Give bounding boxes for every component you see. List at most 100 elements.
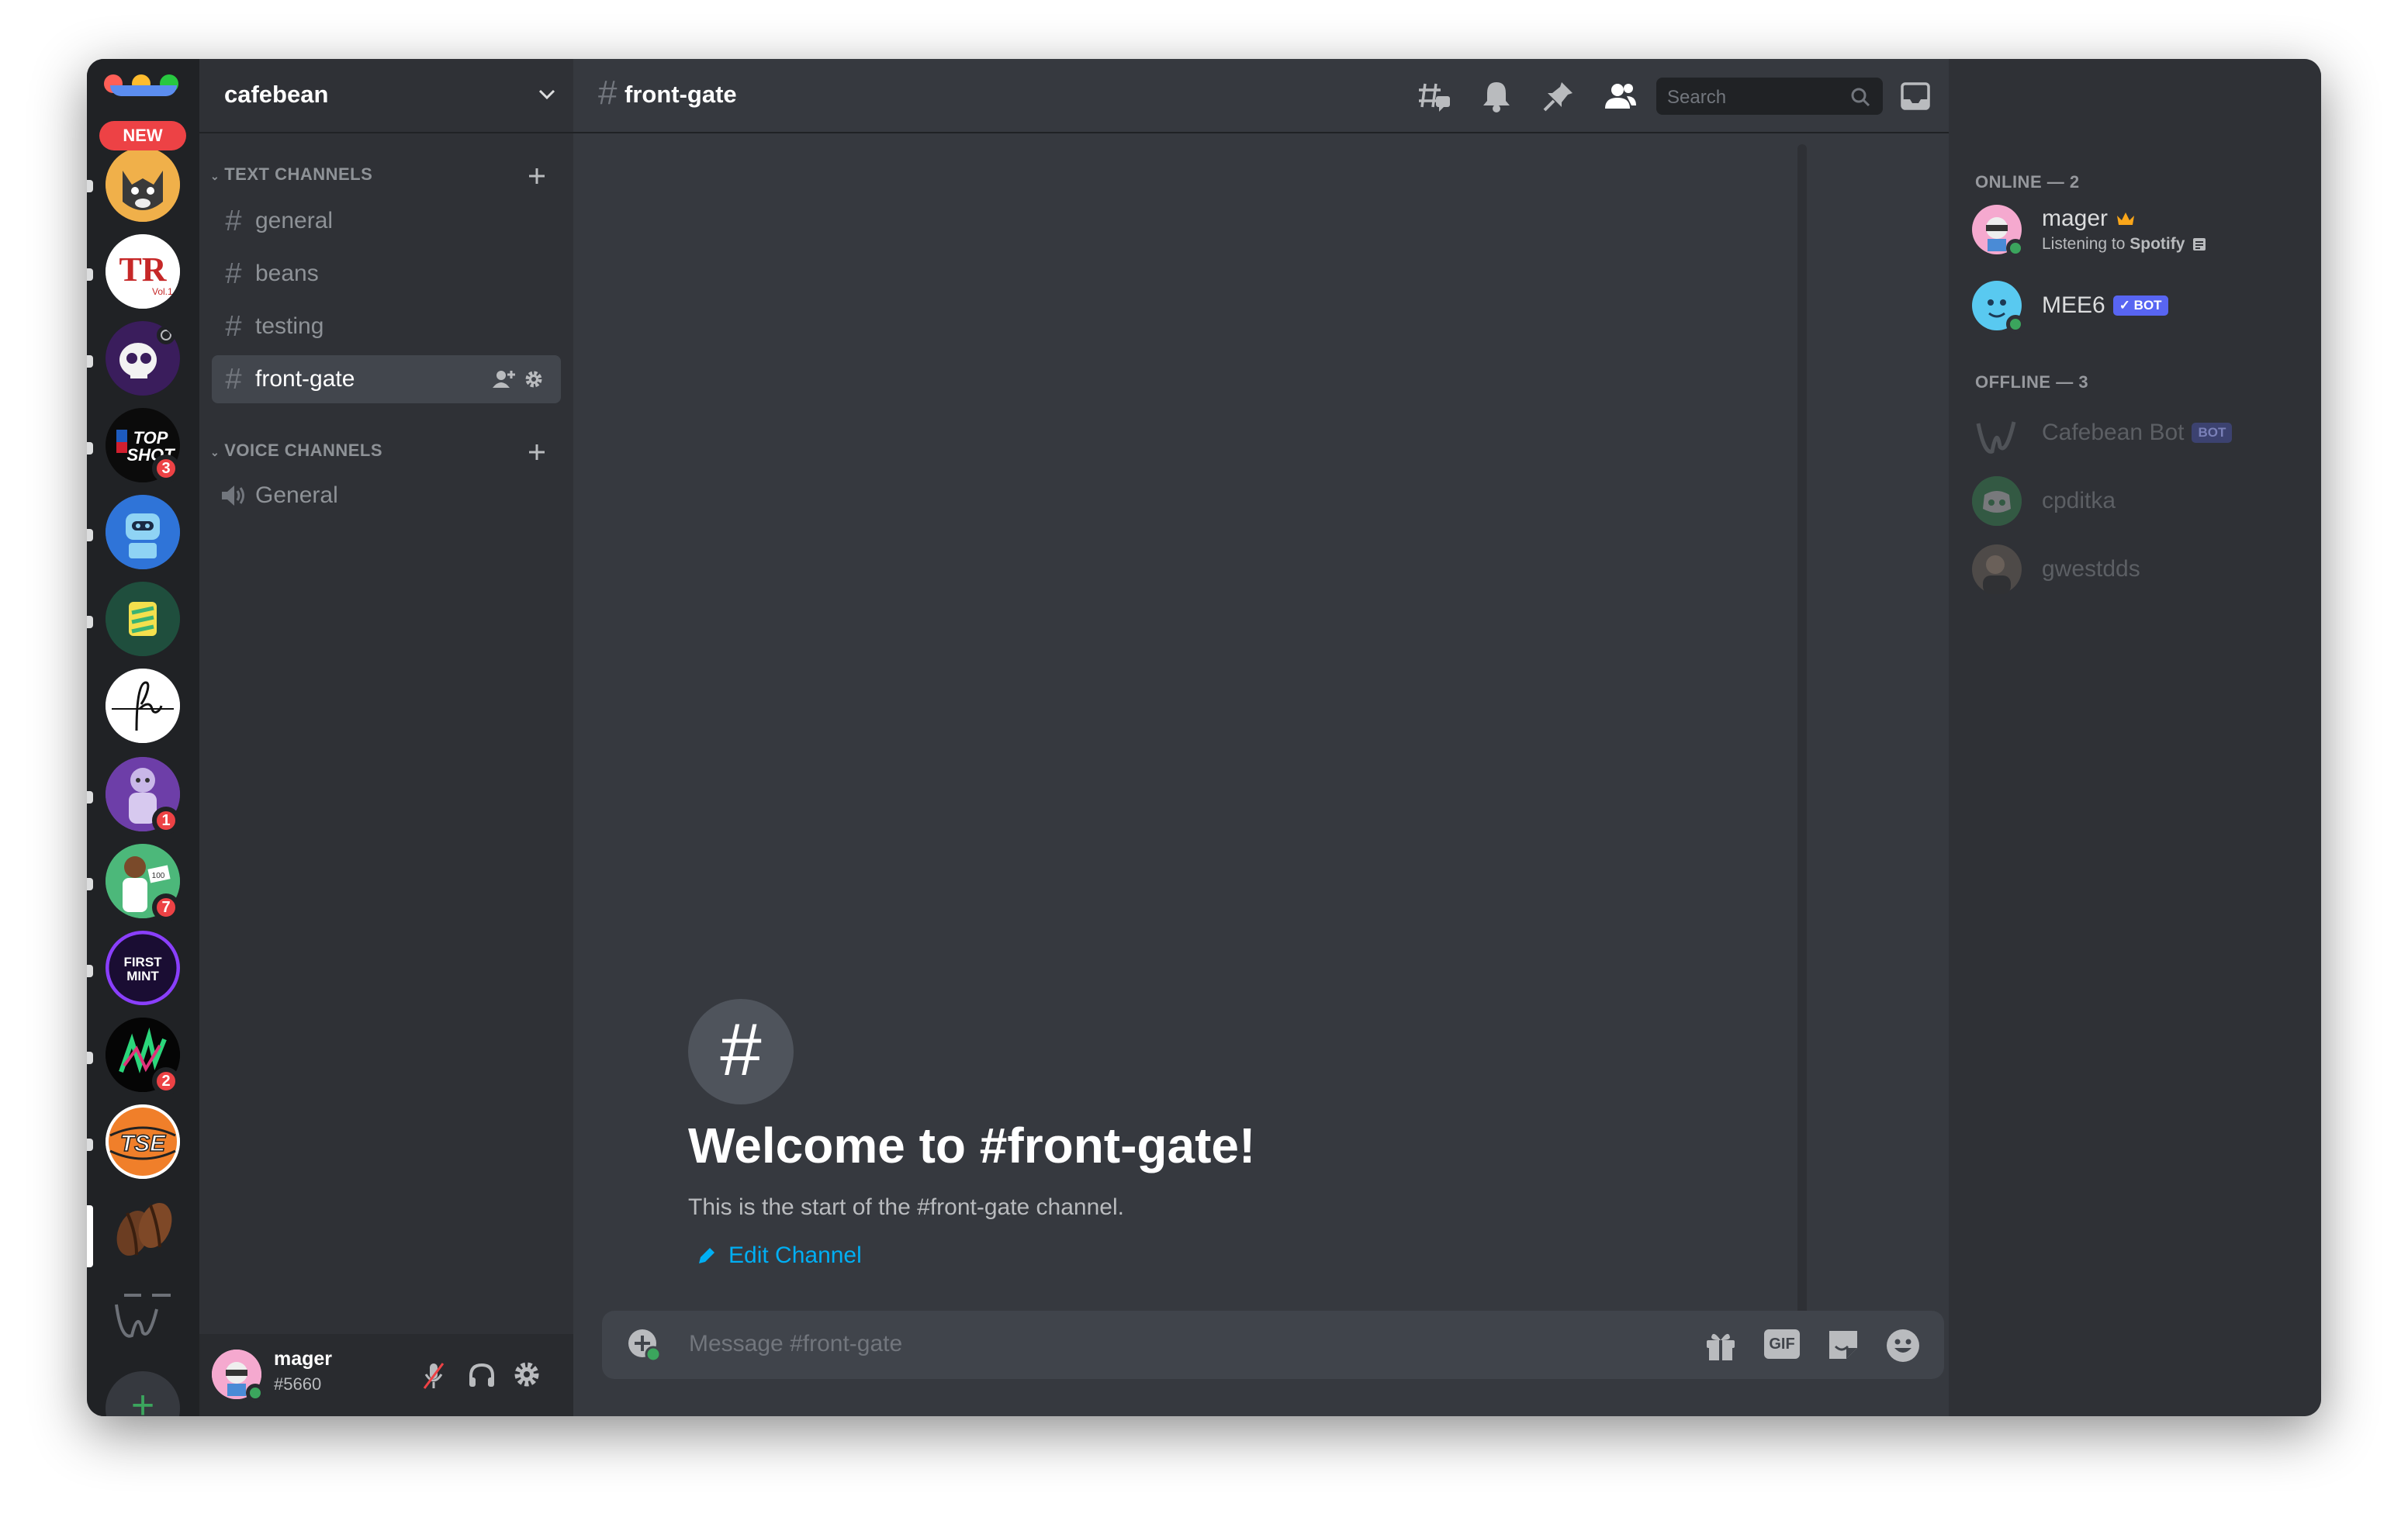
chevron-down-icon: ⌄ xyxy=(210,170,220,182)
online-status-dot xyxy=(2006,239,2025,257)
user-tag: #5660 xyxy=(274,1374,322,1394)
server-icon-robot[interactable] xyxy=(106,495,180,569)
channel-hashtag-icon: # xyxy=(688,999,794,1104)
pencil-icon xyxy=(699,1248,714,1263)
gift-icon[interactable] xyxy=(1704,1328,1738,1362)
server-icon-scroll[interactable] xyxy=(106,582,180,656)
chat-area: # front-gate Search ? # Welcome to #fron… xyxy=(573,59,1992,1416)
server-header[interactable]: cafebean xyxy=(199,59,573,133)
bot-badge: ✓ BOT xyxy=(2112,295,2168,316)
voice-channel-general[interactable]: General xyxy=(212,472,561,520)
gear-icon[interactable] xyxy=(524,369,544,389)
edit-channel-link[interactable]: Edit Channel xyxy=(696,1242,862,1269)
unread-pill xyxy=(87,355,93,368)
threads-icon[interactable] xyxy=(1417,79,1451,113)
avatar xyxy=(1972,544,2022,594)
inbox-icon[interactable] xyxy=(1898,79,1932,113)
server-icon-first-mint[interactable]: FIRST MINT xyxy=(106,931,180,1005)
svg-text:FIRST: FIRST xyxy=(123,955,162,969)
username: mager xyxy=(274,1348,333,1370)
member-mager[interactable]: mager Listening to Spotify xyxy=(1972,202,2206,257)
add-server-button[interactable]: + xyxy=(106,1371,180,1416)
message-input[interactable]: Message #front-gate xyxy=(689,1331,902,1357)
add-channel-button[interactable] xyxy=(527,442,547,462)
member-gwestdds[interactable]: gwestdds xyxy=(1972,541,2140,597)
sticker-icon[interactable] xyxy=(1826,1328,1860,1362)
member-list-icon[interactable] xyxy=(1604,79,1638,113)
app-window: NEW TR Vol.1 TOP SHOT 3 1 100 7 FIRST MI… xyxy=(87,59,2321,1416)
new-badge: NEW xyxy=(99,121,186,150)
offline-header: OFFLINE — 3 xyxy=(1975,372,2089,392)
online-status-dot xyxy=(2006,315,2025,334)
channel-sidebar: cafebean ⌄ TEXT CHANNELS # general # beans … xyxy=(199,59,573,1416)
unread-pill xyxy=(87,878,93,890)
avatar[interactable] xyxy=(212,1350,265,1402)
chevron-down-icon xyxy=(538,89,555,100)
unread-pill xyxy=(87,1139,93,1151)
category-voice-channels[interactable]: ⌄ VOICE CHANNELS xyxy=(210,441,382,461)
channel-beans[interactable]: # beans xyxy=(212,250,561,298)
channel-toolbar: # front-gate Search ? xyxy=(573,59,1992,133)
add-attachment-icon[interactable] xyxy=(627,1328,661,1362)
mention-badge: 7 xyxy=(152,893,180,921)
server-icon-dog[interactable] xyxy=(106,147,180,222)
online-status-dot xyxy=(246,1384,265,1402)
server-icon-tr[interactable]: TR Vol.1 xyxy=(106,234,180,309)
svg-text:MINT: MINT xyxy=(126,969,159,983)
server-icon-skull[interactable] xyxy=(106,321,180,396)
scrollbar-track[interactable] xyxy=(1797,144,1807,1331)
mute-microphone-icon[interactable] xyxy=(421,1362,446,1390)
hashtag-icon: # xyxy=(225,310,242,343)
server-icon-fr[interactable] xyxy=(106,669,180,743)
channel-testing[interactable]: # testing xyxy=(212,302,561,351)
unread-pill xyxy=(87,180,93,192)
invite-user-icon[interactable] xyxy=(493,369,516,389)
unread-pill xyxy=(87,791,93,804)
bell-icon[interactable] xyxy=(1479,79,1514,113)
unread-pill xyxy=(87,268,93,281)
chevron-down-icon: ⌄ xyxy=(210,446,220,458)
channel-title: front-gate xyxy=(624,81,737,108)
avatar xyxy=(1972,205,2025,257)
speaker-icon xyxy=(212,484,255,507)
server-icon-w[interactable] xyxy=(106,1278,180,1353)
svg-text:100: 100 xyxy=(152,872,165,880)
server-icon-tse[interactable]: TSE xyxy=(106,1104,180,1179)
home-icon[interactable] xyxy=(110,85,177,96)
search-input[interactable]: Search xyxy=(1656,78,1883,115)
member-mee6[interactable]: MEE6 ✓ BOT xyxy=(1972,278,2168,334)
category-text-channels[interactable]: ⌄ TEXT CHANNELS xyxy=(210,164,372,185)
mention-badge: 3 xyxy=(152,454,180,482)
selected-server-pill xyxy=(87,1205,93,1267)
server-name: cafebean xyxy=(224,81,329,108)
welcome-title: Welcome to #front-gate! xyxy=(688,1118,1256,1173)
emoji-icon[interactable] xyxy=(1885,1328,1921,1363)
welcome-subtitle: This is the start of the #front-gate cha… xyxy=(688,1194,1124,1220)
pin-icon[interactable] xyxy=(1541,79,1576,113)
channel-front-gate[interactable]: # front-gate xyxy=(212,355,561,403)
user-settings-gear-icon[interactable] xyxy=(513,1360,541,1388)
gif-button[interactable]: GIF xyxy=(1764,1329,1800,1359)
avatar xyxy=(1972,281,2025,334)
member-cpditka[interactable]: cpditka xyxy=(1972,473,2116,529)
search-icon xyxy=(1851,88,1870,107)
svg-text:TR: TR xyxy=(119,251,167,289)
unread-pill xyxy=(87,965,93,977)
message-input-bar[interactable]: Message #front-gate GIF xyxy=(602,1311,1944,1379)
hashtag-icon: # xyxy=(225,205,242,237)
svg-text:TSE: TSE xyxy=(120,1131,166,1156)
unread-pill xyxy=(87,616,93,628)
bot-badge: BOT xyxy=(2192,423,2233,443)
online-header: ONLINE — 2 xyxy=(1975,172,2080,192)
crown-icon xyxy=(2117,213,2135,225)
headphones-icon[interactable] xyxy=(468,1362,496,1388)
avatar xyxy=(1972,408,2022,458)
unread-pill xyxy=(87,442,93,454)
server-icon-cafebean[interactable] xyxy=(106,1191,180,1266)
member-cafebean-bot[interactable]: Cafebean Bot BOT xyxy=(1972,405,2233,461)
channel-general[interactable]: # general xyxy=(212,197,561,245)
rich-presence-icon xyxy=(2193,238,2206,251)
svg-text:Vol.1: Vol.1 xyxy=(152,286,173,297)
add-channel-button[interactable] xyxy=(527,166,547,186)
unread-pill xyxy=(87,529,93,541)
